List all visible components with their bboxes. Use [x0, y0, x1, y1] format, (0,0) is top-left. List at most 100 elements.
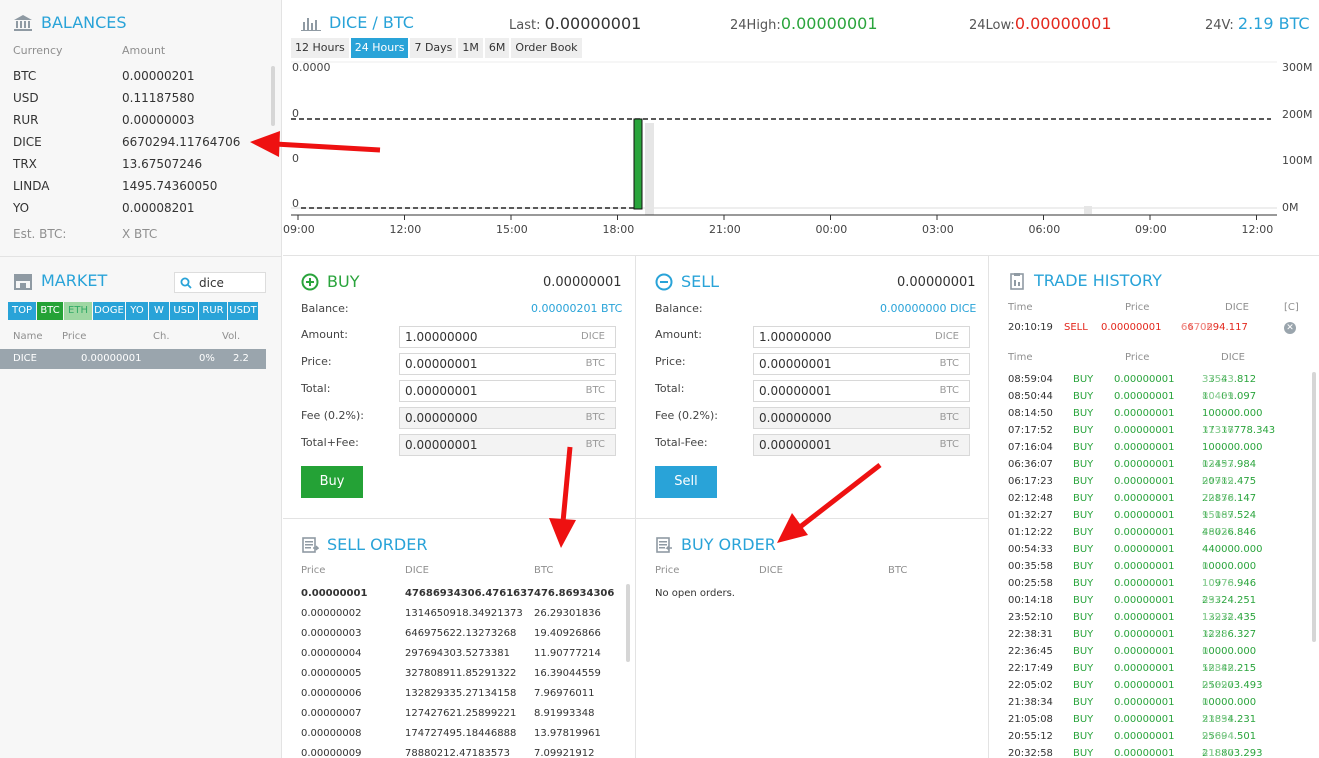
sell-order-price[interactable]: 0.00000006	[301, 688, 361, 699]
market-tab-rur[interactable]: RUR	[199, 302, 227, 320]
buy-balance-value[interactable]: 0.00000201 BTC	[531, 302, 622, 315]
sell-price-input[interactable]: 0.00000001 BTC	[753, 353, 970, 375]
time-tick-label: 00:00	[815, 223, 848, 236]
divider	[635, 256, 636, 758]
trade-side: BUY	[1073, 646, 1094, 657]
market-tab-doge[interactable]: DOGE	[93, 302, 125, 320]
balance-amount: 13.67507246	[122, 157, 203, 171]
trade-row: 06:17:23 BUY 0.00000001 20712.475 04989	[1008, 476, 1308, 493]
market-tab-eth[interactable]: ETH	[64, 302, 92, 320]
sell-order-price[interactable]: 0.00000007	[301, 708, 361, 719]
sell-order-price[interactable]: 0.00000002	[301, 608, 361, 619]
sell-order-total[interactable]: 8.91993348	[534, 708, 594, 719]
trade-price: 0.00000001	[1114, 510, 1175, 521]
balance-row[interactable]: RUR 0.00000003	[13, 113, 273, 127]
market-tab-yo[interactable]: YO	[126, 302, 148, 320]
range-tab[interactable]: 7 Days	[410, 38, 457, 58]
trade-side: BUY	[1073, 680, 1094, 691]
sell-order-price[interactable]: 0.00000008	[301, 728, 361, 739]
balance-row[interactable]: DICE 6670294.11764706	[13, 135, 273, 149]
balance-row[interactable]: USD 0.11187580	[13, 91, 273, 105]
range-tab[interactable]: 6M	[484, 38, 510, 58]
market-tab-top[interactable]: TOP	[8, 302, 36, 320]
sell-order-scrollbar[interactable]	[626, 584, 630, 662]
buy-title: BUY	[301, 272, 359, 291]
sell-order-amount[interactable]: 646975622.13273268	[405, 628, 516, 639]
sell-order-total[interactable]: 11.90777214	[534, 648, 601, 659]
market-search-input[interactable]: dice	[199, 276, 224, 290]
sell-order-total[interactable]: 26.29301836	[534, 608, 601, 619]
sell-order-amount[interactable]: 297694303.5273381	[405, 648, 510, 659]
sell-order-total[interactable]: 476.86934306	[534, 588, 614, 599]
sell-order-amount[interactable]: 47686934306.4761637	[405, 588, 534, 599]
balance-row[interactable]: TRX 13.67507246	[13, 157, 273, 171]
time-tick-label: 03:00	[922, 223, 954, 236]
sell-order-col-price: Price	[301, 565, 326, 576]
trade-side: BUY	[1073, 663, 1094, 674]
range-tab[interactable]: 12 Hours	[291, 38, 349, 58]
cancel-trade-icon[interactable]: ✕	[1284, 322, 1296, 334]
trade-row: 20:32:58 BUY 0.00000001 218803.293 41317	[1008, 748, 1308, 758]
trade-side: BUY	[1073, 629, 1094, 640]
balances-scrollbar[interactable]	[271, 66, 275, 126]
sell-order-total[interactable]: 7.09921912	[534, 748, 594, 758]
balance-row[interactable]: BTC 0.00000201	[13, 69, 273, 83]
sell-fee-unit: BTC	[939, 412, 959, 423]
market-row-price: 0.00000001	[81, 353, 142, 364]
buy-price-input[interactable]: 0.00000001 BTC	[399, 353, 616, 375]
sell-order-price[interactable]: 0.00000003	[301, 628, 361, 639]
sell-order-amount[interactable]: 327808911.85291322	[405, 668, 516, 679]
sell-order-price[interactable]: 0.00000005	[301, 668, 361, 679]
volume-bar	[645, 123, 654, 215]
sell-order-amount[interactable]: 1314650918.34921373	[405, 608, 523, 619]
buy-button[interactable]: Buy	[301, 466, 363, 498]
market-tab-btc[interactable]: BTC	[37, 302, 63, 320]
sell-total-input[interactable]: 0.00000001 BTC	[753, 380, 970, 402]
sell-fee-label: Fee (0.2%):	[655, 409, 718, 422]
sell-order-total[interactable]: 16.39044559	[534, 668, 601, 679]
sell-order-amount[interactable]: 132829335.27134158	[405, 688, 516, 699]
trade-row: 00:25:58 BUY 0.00000001 10976.946 10778	[1008, 578, 1308, 595]
market-search[interactable]: dice	[174, 272, 266, 293]
trade-history-scrollbar[interactable]	[1312, 372, 1316, 642]
buy-price-value: 0.00000001	[405, 357, 478, 371]
range-tab[interactable]: 24 Hours	[350, 38, 409, 58]
sell-balance-value[interactable]: 0.00000000 DICE	[880, 302, 976, 315]
trade-price: 0.00000001	[1114, 646, 1175, 657]
range-tab[interactable]: 1M	[458, 38, 483, 58]
balance-currency: BTC	[13, 69, 37, 83]
sell-order-total[interactable]: 19.40926866	[534, 628, 601, 639]
market-tab-usdt[interactable]: USDT	[228, 302, 258, 320]
balance-row[interactable]: YO 0.00008201	[13, 201, 273, 215]
sell-order-amount[interactable]: 127427621.25899221	[405, 708, 516, 719]
market-tab-usd[interactable]: USD	[170, 302, 198, 320]
balance-currency: TRX	[13, 157, 37, 171]
trade-side: BUY	[1073, 374, 1094, 385]
trade-time: 07:16:04	[1008, 442, 1053, 453]
sell-order-price[interactable]: 0.00000001	[301, 588, 367, 599]
price-chart[interactable]	[283, 60, 1319, 250]
buy-total-input[interactable]: 0.00000001 BTC	[399, 380, 616, 402]
trade-amount-main: 440000.000	[1202, 544, 1263, 555]
sell-order-col-btc: BTC	[534, 565, 554, 576]
sell-order-price[interactable]: 0.00000004	[301, 648, 361, 659]
market-row-dice[interactable]: DICE 0.00000001 0% 2.2	[0, 349, 266, 369]
balance-row[interactable]: LINDA 1495.74360050	[13, 179, 273, 193]
trade-time: 20:55:12	[1008, 731, 1053, 742]
sell-order-amount[interactable]: 174727495.18446888	[405, 728, 516, 739]
market-tab-w[interactable]: W	[149, 302, 169, 320]
sell-order-amount[interactable]: 78880212.47183573	[405, 748, 510, 758]
sell-amount-input[interactable]: 1.00000000 DICE	[753, 326, 970, 348]
sell-order-price[interactable]: 0.00000009	[301, 748, 361, 758]
th-mine-col-price: Price	[1125, 302, 1150, 313]
trade-amount-tail: 31336	[1202, 425, 1234, 436]
est-btc-label: Est. BTC:	[13, 227, 67, 241]
buy-order-title-text: BUY ORDER	[681, 535, 776, 554]
sell-order-total[interactable]: 13.97819961	[534, 728, 601, 739]
range-tab[interactable]: Order Book	[511, 38, 582, 58]
buy-totalfee-label: Total+Fee:	[301, 436, 359, 449]
sell-button[interactable]: Sell	[655, 466, 717, 498]
buy-amount-input[interactable]: 1.00000000 DICE	[399, 326, 616, 348]
trade-row: 22:05:02 BUY 0.00000001 250203.493 01397	[1008, 680, 1308, 697]
sell-order-total[interactable]: 7.96976011	[534, 688, 594, 699]
